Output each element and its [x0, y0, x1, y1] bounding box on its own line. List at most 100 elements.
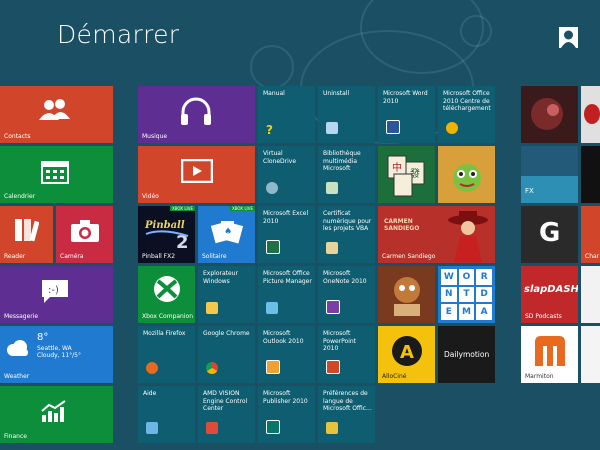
tile-mahjong[interactable]: 中發 — [378, 146, 435, 203]
tile-finance[interactable]: Finance — [0, 386, 113, 443]
wordament-letter: A — [476, 304, 492, 320]
tile-certificat-vba[interactable]: Certificat numérique pour les projets VB… — [318, 206, 375, 263]
tile-camera[interactable]: Caméra — [56, 206, 113, 263]
tile-marmiton[interactable]: Marmiton — [521, 326, 578, 383]
svg-text::-): :-) — [48, 285, 59, 296]
page-title: Démarrer — [57, 20, 180, 49]
tile-label: Weather — [4, 373, 30, 380]
tile-label: Calendrier — [4, 193, 36, 200]
tile-xbox-companion[interactable]: Xbox Companion — [138, 266, 195, 323]
headphones-icon — [181, 97, 211, 125]
tile-messagerie[interactable]: :-) Messagerie — [0, 266, 113, 323]
video-play-icon — [181, 159, 213, 183]
excel-icon — [266, 240, 280, 254]
allocine-logo-icon: A — [392, 336, 422, 366]
uninstall-icon — [326, 122, 338, 134]
tile-photo-1[interactable] — [521, 86, 578, 143]
tile-manual[interactable]: Manual ? — [258, 86, 315, 143]
weather-temperature: 8° — [37, 332, 49, 343]
tile-label: Microsoft Publisher 2010 — [263, 390, 308, 405]
tile-office-centre-telechargement[interactable]: Microsoft Office 2010 Centre de téléchar… — [438, 86, 495, 143]
tile-bibliotheque-multimedia[interactable]: Bibliothèque multimédia Microsoft — [318, 146, 375, 203]
tile-uninstall[interactable]: Uninstall — [318, 86, 375, 143]
tile-label: Manual — [263, 90, 285, 97]
xbox-live-badge: XBOX LIVE — [230, 206, 255, 211]
tile-virtual-clonedrive[interactable]: Virtual CloneDrive — [258, 146, 315, 203]
tile-pinball-fx2[interactable]: XBOX LIVE Pinball 2 Pinball FX2 — [138, 206, 195, 263]
tile-microsoft-word[interactable]: Microsoft Word 2010 — [378, 86, 435, 143]
tile-label: Microsoft Excel 2010 — [263, 210, 309, 225]
svg-text:A: A — [400, 342, 414, 363]
tile-label: Vidéo — [142, 193, 159, 200]
reader-icon — [15, 219, 39, 242]
tile-allocine[interactable]: A AlloCiné — [378, 326, 435, 383]
cloud-icon — [7, 340, 28, 356]
help-icon — [146, 422, 158, 434]
tile-weather[interactable]: 8° Seattle, WA Cloudy, 11°/5° Weather — [0, 326, 113, 383]
tile-calendrier[interactable]: Calendrier — [0, 146, 113, 203]
tile-video[interactable]: Vidéo — [138, 146, 255, 203]
calendar-icon — [41, 161, 69, 184]
media-library-icon — [326, 182, 338, 194]
svg-text:發: 發 — [410, 167, 420, 180]
wordament-letter: N — [441, 286, 457, 303]
tile-google-chrome[interactable]: Google Chrome — [198, 326, 255, 383]
tile-aide[interactable]: Aide — [138, 386, 195, 443]
tile-dailymotion[interactable]: Dailymotion — [438, 326, 495, 383]
tile-microsoft-publisher[interactable]: Microsoft Publisher 2010 — [258, 386, 315, 443]
word-icon — [386, 120, 400, 134]
cut-the-rope-icon — [453, 164, 481, 192]
tile-label: Google Chrome — [203, 330, 250, 337]
tile-partial-white[interactable] — [581, 266, 600, 323]
tile-microsoft-excel[interactable]: Microsoft Excel 2010 — [258, 206, 315, 263]
powerpoint-icon — [326, 360, 340, 374]
tile-cut-the-rope[interactable] — [438, 146, 495, 203]
tile-photo-2[interactable] — [581, 86, 600, 143]
tile-solitaire[interactable]: XBOX LIVE ♠ Solitaire — [198, 206, 255, 263]
marmiton-logo-icon — [535, 336, 565, 366]
tile-label: Microsoft PowerPoint 2010 — [323, 330, 357, 352]
mahjong-tiles-icon: 中發 — [387, 155, 425, 197]
background-swirl — [250, 45, 294, 89]
tile-partial-dark[interactable] — [581, 146, 600, 203]
certificate-icon — [326, 242, 338, 254]
tile-label: Préférences de langue de Microsoft Offic… — [323, 390, 372, 412]
tile-amd-vision[interactable]: AMD VISION Engine Control Center — [198, 386, 255, 443]
folder-icon — [206, 302, 218, 314]
wordament-letter: T — [458, 286, 475, 303]
tile-mozilla-firefox[interactable]: Mozilla Firefox — [138, 326, 195, 383]
wordament-letter: O — [458, 269, 475, 285]
tile-char-partial[interactable]: Char — [581, 206, 600, 263]
tile-carmen-sandiego[interactable]: CARMEN SANDIEGO Carmen Sandiego — [378, 206, 495, 263]
tile-game-monkey[interactable] — [378, 266, 435, 323]
picture-manager-icon — [266, 302, 278, 314]
tile-partial-white-2[interactable] — [581, 326, 600, 383]
tile-g-app[interactable]: G — [521, 206, 578, 263]
tile-label: Solitaire — [202, 253, 227, 260]
tile-label: Explorateur Windows — [203, 270, 238, 285]
user-avatar[interactable] — [559, 27, 578, 48]
tile-reader[interactable]: Reader — [0, 206, 53, 263]
tile-contacts[interactable]: Contacts — [0, 86, 113, 143]
tile-musique[interactable]: Musique — [138, 86, 255, 143]
wordament-letter: W — [441, 269, 457, 285]
tile-label: Musique — [142, 133, 168, 140]
tile-label: Reader — [4, 253, 26, 260]
wordament-letter: D — [476, 286, 492, 303]
user-icon — [561, 30, 576, 48]
tile-fx[interactable]: FX — [521, 146, 578, 203]
tile-explorateur-windows[interactable]: Explorateur Windows — [198, 266, 255, 323]
tile-microsoft-outlook[interactable]: Microsoft Outlook 2010 — [258, 326, 315, 383]
xbox-live-badge: XBOX LIVE — [170, 206, 195, 211]
tile-microsoft-powerpoint[interactable]: Microsoft PowerPoint 2010 — [318, 326, 375, 383]
photo-icon — [531, 98, 563, 130]
tile-wordament[interactable]: W O R N T D E M A — [438, 266, 495, 323]
tile-sd-podcasts[interactable]: slapDASH SD Podcasts — [521, 266, 578, 323]
question-icon: ? — [266, 123, 273, 137]
svg-text:中: 中 — [392, 161, 402, 174]
tile-picture-manager[interactable]: Microsoft Office Picture Manager — [258, 266, 315, 323]
tile-microsoft-onenote[interactable]: Microsoft OneNote 2010 — [318, 266, 375, 323]
download-arrow-icon — [446, 122, 458, 134]
tile-preferences-langue[interactable]: Préférences de langue de Microsoft Offic… — [318, 386, 375, 443]
tile-label: Microsoft Word 2010 — [383, 90, 428, 105]
